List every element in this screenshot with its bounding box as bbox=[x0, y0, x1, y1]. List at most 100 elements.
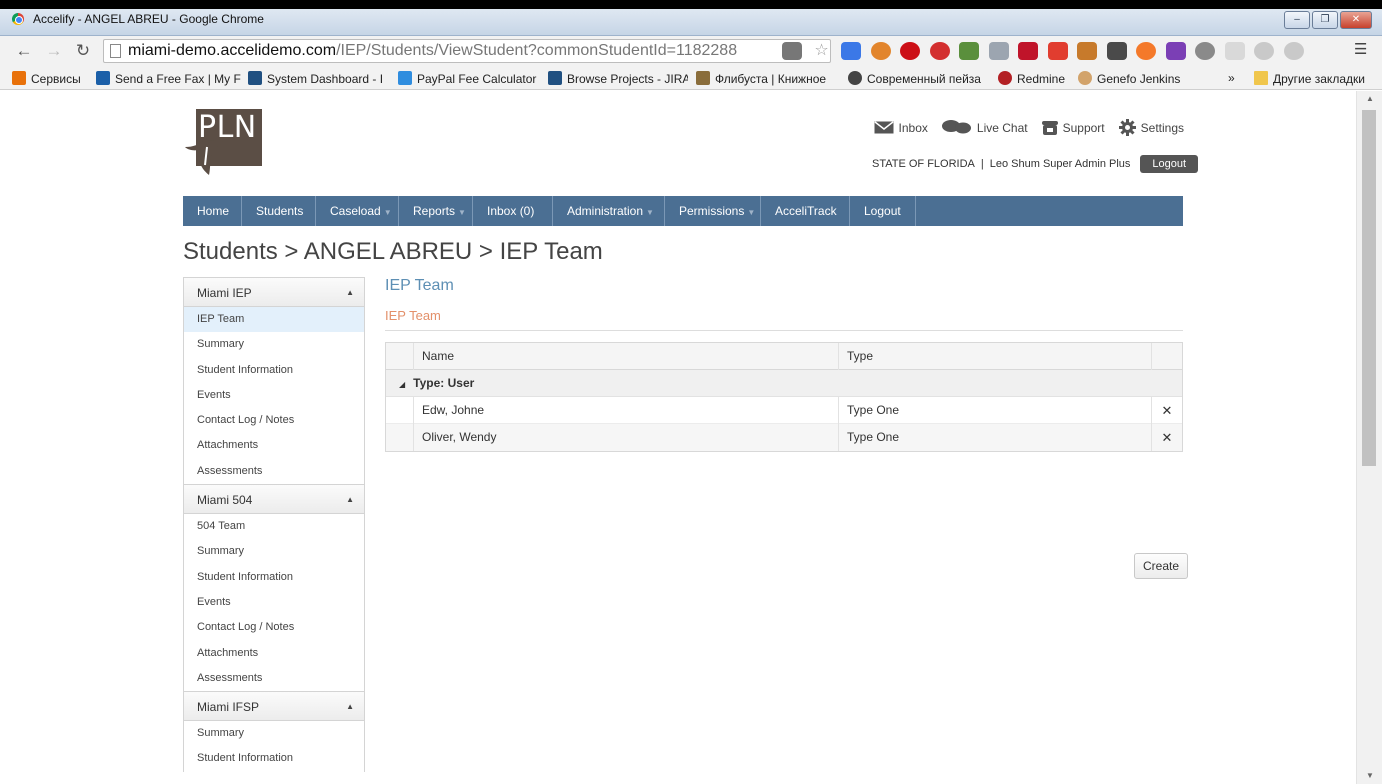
sidebar-list-miami-504: 504 Team Summary Student Information Eve… bbox=[183, 514, 365, 692]
bookmark-redmine[interactable]: Redmine bbox=[998, 71, 1070, 87]
sidebar-item-504-team[interactable]: 504 Team bbox=[184, 514, 364, 539]
other-bookmarks-folder[interactable]: Другие закладки bbox=[1254, 71, 1372, 87]
reload-icon[interactable]: ↻ bbox=[73, 41, 93, 61]
sidebar-section-miami-iep[interactable]: Miami IEP ▲ bbox=[183, 277, 365, 307]
bookmark-jenkins[interactable]: Genefo Jenkins bbox=[1078, 71, 1188, 87]
column-header-name[interactable]: Name bbox=[414, 343, 839, 370]
nav-home[interactable]: Home bbox=[183, 196, 242, 226]
team-grid: Name Type ◢ Type: User Edw, Johne Type On… bbox=[385, 342, 1183, 452]
sidebar-item-attachments[interactable]: Attachments bbox=[184, 641, 364, 666]
inbox-link[interactable]: Inbox bbox=[874, 119, 928, 136]
table-row[interactable]: Oliver, Wendy Type One ✕ bbox=[386, 424, 1182, 451]
address-bar[interactable]: miami-demo.accelidemo.com/IEP/Students/V… bbox=[103, 39, 831, 63]
row-indent bbox=[386, 397, 414, 424]
collapse-triangle-icon[interactable]: ◢ bbox=[399, 380, 405, 389]
minimize-button[interactable]: – bbox=[1284, 11, 1310, 29]
nav-permissions[interactable]: Permissions ▼ bbox=[665, 196, 761, 226]
sidebar-item-summary[interactable]: Summary bbox=[184, 332, 364, 357]
nav-logout[interactable]: Logout bbox=[850, 196, 916, 226]
sidebar-item-attachments[interactable]: Attachments bbox=[184, 433, 364, 458]
sidebar-item-summary[interactable]: Summary bbox=[184, 539, 364, 564]
collapse-arrow-icon[interactable]: ▲ bbox=[346, 692, 354, 722]
translate-icon[interactable] bbox=[782, 42, 802, 60]
page-scrollbar[interactable]: ▲ ▼ bbox=[1356, 91, 1382, 784]
forward-arrow-icon[interactable]: → bbox=[44, 41, 64, 61]
fax-icon bbox=[96, 71, 110, 85]
row-type: Type One bbox=[839, 424, 1152, 451]
header-logout-button[interactable]: Logout bbox=[1140, 155, 1199, 173]
pln-logo[interactable]: PLN bbox=[183, 109, 262, 181]
sidebar-item-student-information[interactable]: Student Information bbox=[184, 565, 364, 590]
evernote-icon[interactable] bbox=[959, 42, 979, 60]
seo-extension-icon[interactable] bbox=[1106, 42, 1127, 60]
sidebar-section-miami-ifsp[interactable]: Miami IFSP ▲ bbox=[183, 691, 365, 722]
nav-inbox[interactable]: Inbox (0) bbox=[473, 196, 553, 226]
compass-icon[interactable] bbox=[1165, 42, 1186, 60]
bookmark-star-icon[interactable]: ☆ bbox=[812, 42, 832, 60]
maximize-button[interactable]: ❐ bbox=[1312, 11, 1338, 29]
bulb-icon[interactable] bbox=[1195, 42, 1215, 60]
bookmark-paypal-calc[interactable]: PayPal Fee Calculator bbox=[398, 71, 538, 87]
nav-inbox-label: Inbox (0) bbox=[487, 204, 535, 218]
delete-icon[interactable]: ✕ bbox=[1152, 424, 1182, 451]
scroll-down-arrow-icon[interactable]: ▼ bbox=[1357, 768, 1382, 784]
paint-extension-icon[interactable] bbox=[1077, 42, 1097, 60]
sidebar-item-events[interactable]: Events bbox=[184, 383, 364, 408]
delete-icon[interactable]: ✕ bbox=[1152, 397, 1182, 424]
scroll-up-arrow-icon[interactable]: ▲ bbox=[1357, 91, 1382, 107]
sidebar-item-contact-log[interactable]: Contact Log / Notes bbox=[184, 408, 364, 433]
sidebar-item-iep-team[interactable]: IEP Team bbox=[184, 307, 364, 333]
sidebar-item-student-information[interactable]: Student Information bbox=[184, 358, 364, 383]
support-link[interactable]: Support bbox=[1041, 119, 1105, 136]
lifebuoy-icon[interactable] bbox=[1136, 42, 1156, 60]
bookmark-flibusta[interactable]: Флибуста | Книжное bbox=[696, 71, 838, 87]
diamond-extension-icon-2[interactable] bbox=[1283, 42, 1304, 60]
collapse-arrow-icon[interactable]: ▲ bbox=[346, 485, 354, 515]
sidebar-item-events[interactable]: Events bbox=[184, 590, 364, 615]
phone-icon bbox=[1041, 120, 1058, 135]
back-arrow-icon[interactable]: ← bbox=[14, 41, 34, 61]
create-button[interactable]: Create bbox=[1134, 553, 1189, 579]
bookmark-free-fax[interactable]: Send a Free Fax | My F bbox=[96, 71, 241, 87]
sidebar-item-assessments[interactable]: Assessments bbox=[184, 459, 364, 484]
live-chat-link[interactable]: Live Chat bbox=[941, 119, 1028, 136]
opera-icon[interactable] bbox=[900, 42, 920, 60]
bookmark-services[interactable]: Сервисы bbox=[12, 71, 92, 87]
sidebar-item-contact-log[interactable]: Contact Log / Notes bbox=[184, 615, 364, 640]
t-extension-icon[interactable] bbox=[870, 42, 891, 60]
nav-reports[interactable]: Reports ▼ bbox=[399, 196, 473, 226]
mail-checker-icon[interactable] bbox=[988, 42, 1009, 60]
close-window-button[interactable]: ✕ bbox=[1340, 11, 1372, 29]
chrome-menu-icon[interactable]: ☰ bbox=[1354, 42, 1368, 58]
sidebar-item-summary[interactable]: Summary bbox=[184, 721, 364, 746]
nav-students-label: Students bbox=[256, 204, 304, 218]
bookmark-landscape[interactable]: Современный пейза bbox=[848, 71, 988, 87]
adblock-icon[interactable] bbox=[929, 42, 950, 60]
group-row-type-user[interactable]: ◢ Type: User bbox=[386, 370, 1182, 397]
nav-students[interactable]: Students bbox=[242, 196, 316, 226]
bookmark-system-dashboard[interactable]: System Dashboard - I bbox=[248, 71, 391, 87]
column-header-type[interactable]: Type bbox=[839, 343, 1152, 370]
sidebar-section-miami-504[interactable]: Miami 504 ▲ bbox=[183, 484, 365, 515]
url-text[interactable]: miami-demo.accelidemo.com/IEP/Students/V… bbox=[128, 42, 737, 60]
google-translate-icon[interactable] bbox=[841, 42, 861, 60]
bookmarks-bar: Сервисы Send a Free Fax | My F System Da… bbox=[0, 66, 1382, 90]
diamond-extension-icon[interactable] bbox=[1254, 42, 1274, 60]
grey-extension-icon[interactable] bbox=[1224, 42, 1245, 60]
tv-icon[interactable] bbox=[1047, 42, 1068, 60]
state-label: STATE OF FLORIDA bbox=[872, 158, 975, 170]
sidebar-item-assessments[interactable]: Assessments bbox=[184, 666, 364, 691]
nav-caseload[interactable]: Caseload ▼ bbox=[316, 196, 399, 226]
sidebar-item-student-information[interactable]: Student Information bbox=[184, 746, 364, 771]
nav-accelitrack[interactable]: AcceliTrack bbox=[761, 196, 850, 226]
bookmark-browse-jira[interactable]: Browse Projects - JIRA bbox=[548, 71, 688, 87]
nav-administration[interactable]: Administration ▼ bbox=[553, 196, 665, 226]
settings-link[interactable]: Settings bbox=[1118, 119, 1184, 136]
collapse-arrow-icon[interactable]: ▲ bbox=[346, 278, 354, 308]
logo-leaf-icon bbox=[185, 139, 223, 175]
dots-extension-icon[interactable] bbox=[1018, 42, 1038, 60]
scrollbar-thumb[interactable] bbox=[1362, 110, 1376, 466]
gear-icon bbox=[1118, 119, 1136, 136]
bookmarks-overflow-chevron[interactable]: » bbox=[1228, 71, 1242, 87]
table-row[interactable]: Edw, Johne Type One ✕ bbox=[386, 397, 1182, 424]
